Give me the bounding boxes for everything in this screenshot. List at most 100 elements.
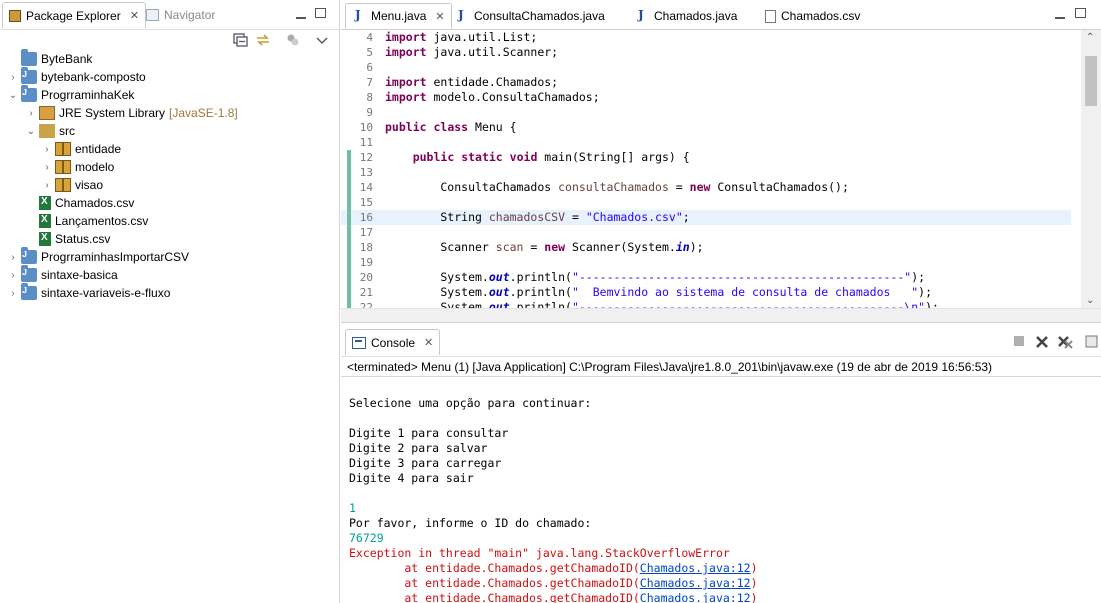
expand-icon[interactable]: › [42, 180, 52, 191]
close-icon[interactable]: ✕ [435, 10, 444, 23]
collapse-all-icon[interactable] [232, 33, 248, 47]
code-text[interactable]: System.out.println("--------------------… [385, 270, 925, 285]
project-tree: ByteBank › bytebank-composto ⌄ Progrrami… [0, 49, 339, 302]
tab-console[interactable]: Console ✕ [345, 329, 441, 355]
stacktrace-link[interactable]: Chamados.java:12 [640, 576, 751, 590]
tree-item-sintaxe-basica[interactable]: › sintaxe-basica [0, 265, 339, 284]
expand-icon[interactable]: › [26, 108, 36, 119]
tree-item-src[interactable]: ⌄ src [0, 122, 339, 140]
tab-navigator[interactable]: Navigator [140, 2, 221, 28]
line-number: 19 [359, 256, 373, 269]
expand-icon[interactable]: › [8, 252, 18, 263]
tree-item-entidade[interactable]: › entidade [0, 140, 339, 158]
code-line[interactable]: 8 import modelo.ConsultaChamados; [341, 90, 1071, 105]
package-icon [55, 160, 71, 174]
code-line[interactable]: 15 [341, 195, 1071, 210]
code-line[interactable]: 16 String chamadosCSV = "Chamados.csv"; [341, 210, 1071, 225]
tree-item-programinhasimportarcsv[interactable]: › ProgrraminhasImportarCSV [0, 247, 339, 266]
tab-package-explorer[interactable]: Package Explorer ✕ [2, 2, 146, 28]
code-line[interactable]: 9 [341, 105, 1071, 120]
code-line[interactable]: 22 System.out.println("-----------------… [341, 300, 1071, 308]
code-text[interactable]: import entidade.Chamados; [385, 75, 558, 90]
focus-icon[interactable] [285, 33, 301, 47]
tab-consultachamados-java[interactable]: ConsultaChamados.java [449, 3, 611, 29]
maximize-button[interactable] [313, 6, 327, 20]
minimize-button[interactable] [1053, 6, 1067, 20]
expand-icon[interactable]: › [42, 144, 52, 155]
code-line[interactable]: 7 import entidade.Chamados; [341, 75, 1071, 90]
code-text[interactable]: public static void main(String[] args) { [385, 150, 690, 165]
line-number: 5 [366, 46, 373, 59]
line-number: 22 [359, 301, 373, 308]
close-icon[interactable]: ✕ [424, 336, 433, 349]
view-menu-icon[interactable] [314, 33, 330, 47]
scrollbar-thumb[interactable] [1085, 56, 1097, 106]
code-text[interactable]: System.out.println("--------------------… [385, 300, 939, 308]
code-text[interactable]: import java.util.Scanner; [385, 45, 558, 60]
tree-item-bytebank[interactable]: ByteBank [0, 49, 339, 68]
editor-vertical-scrollbar[interactable]: ⌃ ⌄ [1081, 30, 1101, 308]
code-text[interactable]: public class Menu { [385, 120, 517, 135]
package-icon [55, 142, 71, 156]
terminate-icon[interactable] [1013, 335, 1025, 350]
tree-item-status-csv[interactable]: Status.csv [0, 230, 339, 248]
scroll-up-icon[interactable]: ⌃ [1086, 32, 1094, 43]
tab-navigator-label: Navigator [164, 8, 216, 22]
console-icon [352, 336, 366, 349]
code-line[interactable]: 12 public static void main(String[] args… [341, 150, 1071, 165]
code-line[interactable]: 4 import java.util.List; [341, 30, 1071, 45]
remove-launch-icon[interactable] [1035, 335, 1049, 352]
line-number: 15 [359, 196, 373, 209]
tree-item-bytebank-composto[interactable]: › bytebank-composto [0, 67, 339, 86]
console-output[interactable]: Selecione uma opção para continuar: Digi… [341, 377, 1101, 603]
stacktrace-link[interactable]: Chamados.java:12 [640, 561, 751, 575]
expand-icon[interactable]: › [42, 162, 52, 173]
remove-all-terminated-icon[interactable] [1057, 335, 1073, 352]
tree-item-lancamentos-csv[interactable]: Lançamentos.csv [0, 212, 339, 230]
code-line[interactable]: 13 [341, 165, 1071, 180]
tree-item-visao[interactable]: › visao [0, 176, 339, 194]
code-text[interactable]: import modelo.ConsultaChamados; [385, 90, 600, 105]
tree-item-modelo[interactable]: › modelo [0, 158, 339, 176]
code-line[interactable]: 5 import java.util.Scanner; [341, 45, 1071, 60]
tree-item-chamados-csv[interactable]: Chamados.csv [0, 194, 339, 212]
collapse-icon[interactable]: ⌄ [26, 126, 36, 137]
link-with-editor-icon[interactable] [255, 33, 271, 47]
console-line: Digite 4 para sair [349, 471, 474, 485]
code-text[interactable]: System.out.println(" Bemvindo ao sistema… [385, 285, 932, 300]
tab-chamados-csv[interactable]: Chamados.csv [759, 3, 866, 29]
scroll-down-icon[interactable]: ⌄ [1086, 295, 1094, 306]
code-line[interactable]: 14 ConsultaChamados consultaChamados = n… [341, 180, 1071, 195]
expand-icon[interactable]: › [8, 288, 18, 299]
code-text[interactable]: Scanner scan = new Scanner(System.in); [385, 240, 703, 255]
code-text[interactable]: import java.util.List; [385, 30, 537, 45]
minimize-button[interactable] [294, 6, 308, 20]
code-line[interactable]: 10 public class Menu { [341, 120, 1071, 135]
code-text[interactable]: String chamadosCSV = "Chamados.csv"; [385, 210, 689, 225]
collapse-icon[interactable]: ⌄ [8, 90, 18, 101]
maximize-button[interactable] [1073, 6, 1087, 20]
code-line[interactable]: 20 System.out.println("-----------------… [341, 270, 1071, 285]
expand-icon[interactable]: › [8, 270, 18, 281]
expand-icon[interactable]: › [8, 72, 18, 83]
tree-item-sintaxe-variaveis[interactable]: › sintaxe-variaveis-e-fluxo [0, 283, 339, 302]
code-line[interactable]: 11 [341, 135, 1071, 150]
line-number: 18 [359, 241, 373, 254]
editor-horizontal-scrollbar[interactable] [341, 308, 1101, 322]
close-icon[interactable]: ✕ [130, 9, 139, 22]
code-line[interactable]: 21 System.out.println(" Bemvindo ao sist… [341, 285, 1071, 300]
code-line[interactable]: 6 [341, 60, 1071, 75]
tab-chamados-java[interactable]: Chamados.java [629, 3, 743, 29]
code-line[interactable]: 19 [341, 255, 1071, 270]
code-text[interactable]: ConsultaChamados consultaChamados = new … [385, 180, 849, 195]
code-line[interactable]: 17 [341, 225, 1071, 240]
code-area[interactable]: 4 import java.util.List; 5 import java.util… [341, 30, 1071, 308]
tree-item-programinhakek[interactable]: ⌄ ProgrraminhaKek [0, 85, 339, 104]
tree-item-jre-library[interactable]: › JRE System Library [JavaSE-1.8] [0, 104, 339, 122]
stacktrace-link[interactable]: Chamados.java:12 [640, 591, 751, 603]
console-options-icon[interactable] [1085, 335, 1099, 352]
tree-item-label: JRE System Library [59, 106, 166, 120]
line-number: 12 [359, 151, 373, 164]
code-line[interactable]: 18 Scanner scan = new Scanner(System.in)… [341, 240, 1071, 255]
tab-menu-java[interactable]: Menu.java ✕ [345, 3, 452, 29]
